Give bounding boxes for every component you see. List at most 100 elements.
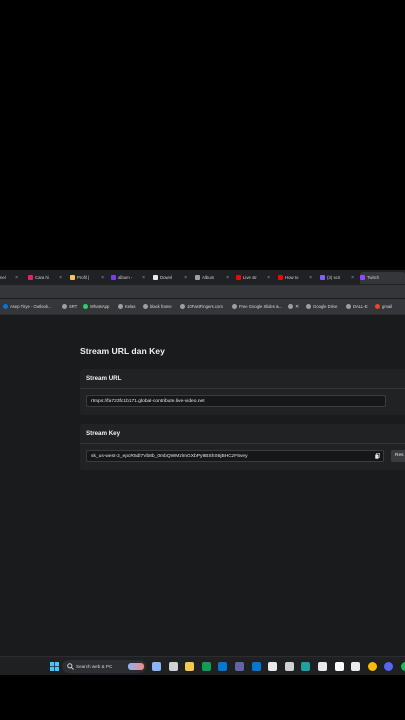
tab-label: Live str: [243, 275, 257, 280]
bookmark-label: black frame: [150, 304, 172, 309]
close-tab-icon[interactable]: ×: [101, 272, 104, 284]
page-title: Stream URL dan Key: [80, 346, 165, 356]
browser-tab[interactable]: nel ×: [0, 272, 18, 284]
stream-url-card: Stream URL rtmps://fa723fc1b171.global-c…: [80, 369, 405, 415]
bookmark[interactable]: Kelas: [118, 303, 135, 311]
taskbar-search[interactable]: Search web & PC: [62, 660, 146, 673]
camera-icon[interactable]: [284, 662, 294, 671]
close-tab-icon[interactable]: ×: [59, 272, 62, 284]
stream-key-label: Stream Key: [86, 430, 121, 437]
browser-tab[interactable]: Album ×: [195, 272, 229, 284]
search-placeholder: Search web & PC: [76, 664, 113, 669]
tab-label: Profil |: [77, 275, 90, 280]
chrome-icon[interactable]: [367, 662, 377, 671]
tab-favicon-icon: [320, 275, 325, 281]
tab-favicon-icon: [28, 275, 33, 281]
discord-icon[interactable]: [384, 662, 394, 671]
search-highlight-icon: [128, 663, 144, 670]
globe-icon: [62, 304, 67, 310]
bookmark-label: Asep Tirye - Outlook...: [10, 304, 52, 309]
bookmark[interactable]: DALL-E: [346, 303, 368, 311]
browser-tab[interactable]: album - ×: [111, 272, 145, 284]
gmail-icon: [375, 304, 380, 310]
tab-label: album -: [118, 275, 133, 280]
browser-tab[interactable]: Live str ×: [236, 272, 270, 284]
spotify-icon[interactable]: [401, 662, 405, 671]
tab-favicon-icon: [236, 275, 241, 281]
bookmark[interactable]: Free Google Slides &...: [232, 303, 282, 311]
taskview-icon[interactable]: [168, 662, 178, 671]
tab-label: Cara hi: [35, 275, 49, 280]
close-icon: ✕: [295, 304, 300, 310]
stream-key-field[interactable]: sk_us-west-2_epcR5dl7Vb8b_0mbQWMzlmGXbPy…: [86, 450, 384, 462]
browser-tab[interactable]: Downl ×: [153, 272, 187, 284]
browser-tab[interactable]: Profil | ×: [70, 272, 104, 284]
divider: [80, 388, 405, 389]
close-tab-icon[interactable]: ×: [15, 272, 18, 284]
globe-icon: [288, 304, 293, 310]
reset-key-button[interactable]: Res: [391, 450, 405, 462]
close-tab-icon[interactable]: ×: [226, 272, 229, 284]
file-explorer-icon[interactable]: [185, 662, 195, 671]
outlook-icon: [3, 304, 8, 310]
calendar-icon[interactable]: [251, 662, 261, 671]
mail-icon[interactable]: [318, 662, 327, 671]
bookmark[interactable]: WhatsApp: [83, 303, 109, 311]
address-bar[interactable]: [0, 285, 405, 298]
store2-icon[interactable]: [351, 662, 361, 671]
close-tab-icon[interactable]: ×: [351, 272, 354, 284]
stream-url-label: Stream URL: [86, 375, 122, 382]
bookmark[interactable]: 10FastFingers.com: [180, 303, 223, 311]
tab-label: nel: [0, 275, 6, 280]
tab-label: Twitch: [367, 275, 380, 280]
tab-favicon-icon: [111, 275, 116, 281]
close-tab-icon[interactable]: ×: [267, 272, 270, 284]
close-tab-icon[interactable]: ×: [309, 272, 312, 284]
tab-label: Album: [202, 275, 215, 280]
windows-start-icon[interactable]: [50, 662, 59, 671]
edge-icon[interactable]: [201, 662, 211, 671]
browser-tab-active[interactable]: Twitch: [360, 272, 405, 284]
whatsapp-icon: [83, 304, 88, 310]
widgets-icon[interactable]: [152, 662, 161, 671]
screen: nel × Cara hi × Profil | × album - × Dow…: [0, 270, 405, 675]
globe-icon: [143, 304, 148, 310]
taskbar: Search web & PC: [0, 656, 405, 675]
browser-tab[interactable]: How to ×: [278, 272, 312, 284]
google-drive-icon: [306, 304, 311, 310]
tab-favicon-icon: [195, 275, 200, 281]
bookmark[interactable]: Asep Tirye - Outlook...: [3, 303, 51, 311]
close-tab-icon[interactable]: ×: [142, 272, 145, 284]
tab-favicon-icon: [278, 275, 283, 281]
store-icon[interactable]: [218, 662, 228, 671]
search-icon: [67, 663, 74, 670]
tab-label: (3) scri: [327, 275, 341, 280]
browser-tab[interactable]: Cara hi ×: [28, 272, 62, 284]
tiktok-icon[interactable]: [334, 662, 344, 671]
photos-icon[interactable]: [268, 662, 278, 671]
bookmark-label: 10FastFingers.com: [187, 304, 223, 309]
teams-icon[interactable]: [235, 662, 244, 671]
globe-icon: [346, 304, 351, 310]
tab-strip: nel × Cara hi × Profil | × album - × Dow…: [0, 270, 405, 285]
copy-icon[interactable]: [375, 453, 380, 459]
bookmark[interactable]: black frame: [143, 303, 172, 311]
bookmark[interactable]: gmail: [375, 303, 392, 311]
browser-tab[interactable]: (3) scri ×: [320, 272, 354, 284]
twitch-icon: [360, 275, 365, 281]
bookmark-label: SRT: [69, 304, 78, 309]
bookmark[interactable]: SRT: [62, 303, 77, 311]
edge-browser-icon[interactable]: [301, 662, 311, 671]
tab-label: Downl: [160, 275, 172, 280]
bookmark[interactable]: Google Drive: [306, 303, 337, 311]
bookmark-label: WhatsApp: [90, 304, 110, 309]
bookmark-label: DALL-E: [353, 304, 368, 309]
close-tab-icon[interactable]: ×: [184, 272, 187, 284]
globe-icon: [232, 304, 237, 310]
bookmark-label: gmail: [382, 304, 393, 309]
bookmark[interactable]: ✕: [288, 303, 299, 311]
divider: [80, 443, 405, 444]
stream-url-field[interactable]: rtmps://fa723fc1b171.global-contribute.l…: [86, 395, 386, 407]
tab-favicon-icon: [153, 275, 158, 281]
bookmarks-bar: Asep Tirye - Outlook... SRT WhatsApp Kel…: [0, 299, 405, 315]
